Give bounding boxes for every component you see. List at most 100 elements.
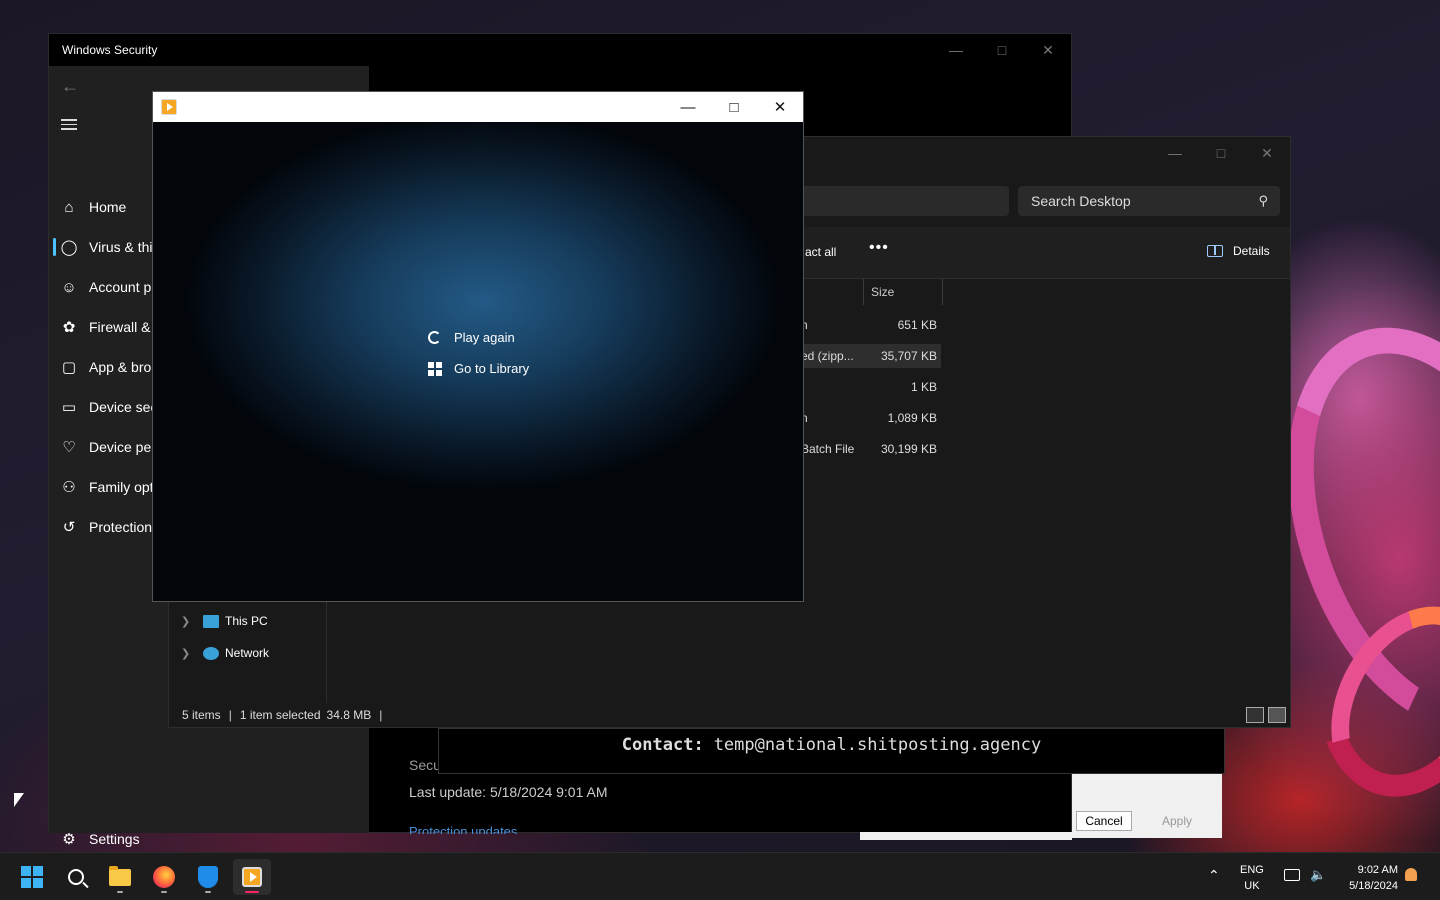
chevron-right-icon[interactable]: ❯ — [181, 615, 203, 628]
running-indicator — [117, 891, 123, 893]
clock-date: 5/18/2024 — [1349, 880, 1398, 892]
running-indicator — [245, 891, 259, 893]
column-header-size[interactable]: Size — [863, 279, 943, 305]
app-window-icon: ▢ — [61, 359, 77, 376]
details-pane-button[interactable]: Details — [1207, 244, 1270, 258]
start-button[interactable] — [13, 859, 51, 895]
address-bar[interactable] — [789, 186, 1009, 216]
taskbar-firefox[interactable] — [145, 859, 183, 895]
chevron-right-icon[interactable]: ❯ — [181, 647, 203, 660]
library-icon — [427, 361, 442, 376]
file-type: Batch File — [801, 442, 855, 456]
file-size: 651 KB — [897, 318, 937, 332]
window-controls: — □ ✕ — [1152, 137, 1290, 169]
sidebar-item-label: Device sec — [89, 399, 158, 415]
language-indicator[interactable]: ENG UK — [1240, 862, 1264, 894]
taskbar-file-explorer[interactable] — [101, 859, 139, 895]
status-separator: | — [379, 708, 383, 722]
taskbar-search-button[interactable] — [57, 859, 95, 895]
sidebar-item-label: Firewall & — [89, 319, 151, 335]
minimize-button[interactable]: — — [665, 92, 711, 122]
go-to-library-label: Go to Library — [454, 361, 530, 376]
maximize-button[interactable]: □ — [711, 92, 757, 122]
hamburger-menu-icon[interactable] — [61, 116, 77, 133]
close-button[interactable]: ✕ — [757, 92, 803, 122]
file-row[interactable]: n 1,089 KB — [789, 406, 941, 430]
back-arrow-icon[interactable]: ← — [61, 76, 79, 97]
cancel-button[interactable]: Cancel — [1076, 811, 1132, 831]
play-again-label: Play again — [454, 330, 515, 345]
folder-icon — [109, 865, 131, 886]
details-view-button[interactable] — [1246, 707, 1264, 723]
status-size: 34.8 MB — [326, 708, 372, 722]
media-player-icon — [242, 867, 262, 887]
details-pane-icon — [1207, 245, 1223, 257]
tree-item-label: This PC — [225, 614, 268, 628]
file-row-selected[interactable]: ed (zipp... 35,707 KB — [789, 344, 941, 368]
player-stage: Play again Go to Library — [153, 122, 803, 601]
close-button[interactable]: ✕ — [1025, 34, 1071, 66]
home-icon: ⌂ — [64, 198, 74, 216]
section-heading-partial: Secu — [409, 757, 441, 773]
apply-button[interactable]: Apply — [1142, 811, 1212, 831]
status-bar: 5 items | 1 item selected 34.8 MB | — [169, 703, 1290, 727]
sidebar-item-label: Family opt — [89, 479, 154, 495]
keyboard-region: UK — [1244, 880, 1260, 892]
tree-item-network[interactable]: ❯ Network — [181, 643, 269, 663]
windows-logo-icon — [21, 866, 43, 888]
clock[interactable]: 9:02 AM 5/18/2024 — [1338, 862, 1398, 894]
volume-muted-icon[interactable]: 🔈 — [1310, 867, 1326, 883]
taskbar-windows-security[interactable] — [189, 859, 227, 895]
window-titlebar[interactable]: Windows Security — [49, 34, 1071, 66]
file-row[interactable]: 1 KB — [789, 375, 941, 399]
maximize-button[interactable]: □ — [979, 34, 1025, 66]
window-titlebar[interactable]: — □ ✕ — [153, 92, 803, 122]
taskbar-media-player[interactable] — [233, 859, 271, 895]
running-indicator — [205, 891, 211, 893]
minimize-button[interactable]: — — [1152, 137, 1198, 169]
network-status-icon[interactable] — [1284, 869, 1300, 881]
tree-item-label: Network — [225, 646, 270, 660]
gear-icon: ⚙ — [62, 831, 76, 848]
replay-icon — [427, 330, 442, 345]
last-update-text: Last update: 5/18/2024 9:01 AM — [409, 784, 608, 800]
dialog-edge — [860, 832, 1072, 840]
minimize-button[interactable]: — — [933, 34, 979, 66]
status-separator: | — [228, 708, 232, 722]
heart-pulse-icon: ♡ — [62, 439, 76, 456]
mouse-cursor — [14, 793, 24, 807]
more-options-button[interactable]: ••• — [869, 239, 889, 257]
tiles-view-button[interactable] — [1268, 707, 1286, 723]
close-button[interactable]: ✕ — [1244, 137, 1290, 169]
search-icon: ⚲ — [1258, 193, 1268, 208]
file-row[interactable]: n 651 KB — [789, 313, 941, 337]
sidebar-item-label: Account p — [89, 279, 152, 295]
play-again-button[interactable]: Play again — [427, 330, 515, 345]
view-toggle — [1246, 707, 1286, 723]
status-item-count: 5 items — [182, 708, 221, 722]
media-player-window: — □ ✕ Play again Go to Library — [152, 91, 804, 602]
file-size: 35,707 KB — [880, 349, 937, 363]
search-placeholder: Search Desktop — [1031, 193, 1131, 209]
search-input[interactable]: Search Desktop ⚲ — [1018, 186, 1280, 216]
contact-email: temp@national.shitposting.agency — [713, 735, 1042, 755]
maximize-button[interactable]: □ — [1198, 137, 1244, 169]
contact-label: Contact: — [621, 735, 704, 755]
go-to-library-button[interactable]: Go to Library — [427, 361, 529, 376]
notification-bell-icon[interactable] — [1405, 868, 1417, 881]
sidebar-item-label: Protection — [89, 519, 153, 535]
window-title: Windows Security — [62, 43, 158, 57]
clock-time: 9:02 AM — [1357, 864, 1398, 876]
family-icon: ⚇ — [62, 479, 76, 496]
extract-all-button[interactable]: act all — [805, 245, 836, 259]
file-row[interactable]: Batch File 30,199 KB — [789, 437, 941, 461]
protection-updates-link[interactable]: Protection updates — [409, 824, 517, 834]
details-label: Details — [1233, 244, 1270, 258]
firefox-icon — [153, 866, 175, 888]
status-selection: 1 item selected — [239, 708, 321, 722]
taskbar: ⌃ ENG UK 🔈 9:02 AM 5/18/2024 — [0, 852, 1440, 900]
show-hidden-icons-button[interactable]: ⌃ — [1208, 867, 1220, 884]
tree-item-this-pc[interactable]: ❯ This PC — [181, 611, 268, 631]
sidebar-item-label: Virus & thi — [89, 239, 153, 255]
windows-security-icon — [198, 866, 218, 888]
